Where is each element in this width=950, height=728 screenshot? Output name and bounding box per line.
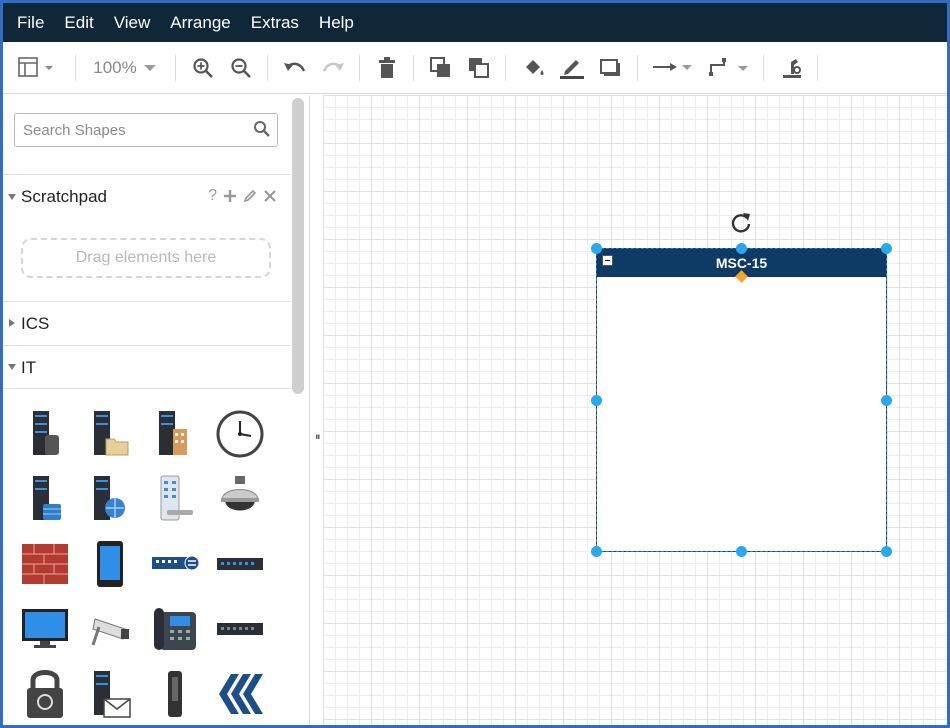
resize-handle-sw[interactable] (591, 546, 602, 557)
app-window: File Edit View Arrange Extras Help 100% (0, 0, 950, 728)
zoom-out-button[interactable] (227, 54, 255, 82)
web-server-shape[interactable] (84, 473, 136, 525)
resize-handle-ne[interactable] (881, 243, 892, 254)
toolbar: 100% (3, 42, 947, 94)
resize-handle-e[interactable] (881, 395, 892, 406)
menu-file[interactable]: File (17, 13, 44, 33)
scratchpad-drop-zone[interactable]: Drag elements here (21, 238, 271, 278)
resize-handle-se[interactable] (881, 546, 892, 557)
delete-icon (379, 57, 395, 78)
waypoints-button[interactable] (705, 54, 753, 82)
rack-server-2-shape[interactable] (214, 603, 266, 655)
search-placeholder: Search Shapes (23, 122, 126, 139)
scratchpad-title: Scratchpad (21, 187, 107, 206)
resize-handle-s[interactable] (736, 546, 747, 557)
smartphone-shape[interactable] (84, 538, 136, 590)
shapes-sidebar: Search Shapes Scratchpad ? Drag elements… (3, 95, 310, 725)
server-tape-shape[interactable] (19, 408, 71, 460)
workstation-monitor-shape[interactable] (19, 603, 71, 655)
it-section[interactable]: IT (3, 345, 291, 389)
zoom-out-icon (231, 58, 251, 78)
close-icon[interactable] (263, 189, 277, 203)
search-icon[interactable] (253, 120, 271, 138)
diagram-canvas[interactable]: MSC-15 (323, 95, 947, 725)
it-title: IT (21, 358, 37, 377)
help-icon[interactable]: ? (208, 187, 217, 205)
application-server-shape[interactable] (149, 408, 201, 460)
format-button[interactable] (777, 54, 807, 82)
database-server-shape[interactable] (19, 473, 71, 525)
menu-arrange[interactable]: Arrange (170, 13, 230, 33)
connection-style-button[interactable] (649, 54, 697, 82)
sidebar-resize-handle[interactable]: ⏸ (315, 431, 321, 444)
fill-color-icon (526, 60, 544, 75)
add-icon[interactable] (223, 189, 237, 203)
zoom-level: 100% (93, 58, 137, 77)
file-server-shape[interactable] (84, 408, 136, 460)
zoom-dropdown[interactable]: 100% (87, 54, 163, 82)
ics-section[interactable]: ICS (3, 301, 291, 345)
menu-view[interactable]: View (114, 13, 151, 33)
menu-extras[interactable]: Extras (251, 13, 299, 33)
mail-server-shape[interactable] (84, 668, 136, 720)
security-camera-shape[interactable] (84, 603, 136, 655)
scratchpad-actions: ? (208, 187, 277, 205)
access-control-keypad-shape[interactable] (149, 473, 201, 525)
layout-icon (18, 57, 53, 77)
to-back-button[interactable] (465, 54, 493, 82)
format-icon (783, 59, 801, 78)
modem-shape[interactable] (149, 668, 201, 720)
redo-button[interactable] (319, 54, 347, 82)
zoom-in-button[interactable] (189, 54, 217, 82)
firewall-shape[interactable] (19, 538, 71, 590)
delete-button[interactable] (373, 54, 401, 82)
collapse-icon[interactable] (602, 255, 613, 266)
ip-phone-shape[interactable] (149, 603, 201, 655)
container-label: MSC-15 (715, 255, 768, 271)
layout-button[interactable] (15, 54, 59, 82)
to-front-button[interactable] (427, 54, 455, 82)
chevron-down-icon (143, 65, 156, 71)
redo-icon (322, 62, 344, 72)
ics-title: ICS (21, 314, 50, 333)
scratchpad-section[interactable]: Scratchpad ? (3, 174, 291, 220)
undo-button[interactable] (281, 54, 309, 82)
menu-bar: File Edit View Arrange Extras Help (3, 3, 947, 42)
zoom-in-icon (193, 58, 213, 78)
caret-right-icon (9, 319, 15, 327)
caret-down-icon (8, 364, 16, 370)
network-switch-shape[interactable] (149, 538, 201, 590)
connection-icon (653, 63, 692, 71)
edit-pencil-icon[interactable] (243, 189, 257, 203)
search-shapes-input[interactable]: Search Shapes (14, 113, 278, 147)
waypoints-icon (709, 58, 748, 76)
dome-camera-shape[interactable] (214, 473, 266, 525)
chevron-logo-shape[interactable] (214, 668, 266, 720)
to-back-icon (469, 58, 489, 78)
menu-edit[interactable]: Edit (64, 13, 93, 33)
sidebar-scrollbar[interactable] (292, 98, 304, 394)
to-front-icon (430, 57, 450, 77)
shadow-icon (600, 59, 620, 76)
clock-shape[interactable] (214, 408, 266, 460)
resize-handle-nw[interactable] (591, 243, 602, 254)
fill-color-button[interactable] (519, 54, 549, 82)
shadow-button[interactable] (595, 54, 625, 82)
line-color-button[interactable] (557, 54, 587, 82)
rack-server-shape[interactable] (214, 538, 266, 590)
container-shape[interactable]: MSC-15 (596, 248, 887, 552)
lock-shape[interactable] (19, 668, 71, 720)
undo-icon (284, 62, 306, 72)
resize-handle-w[interactable] (591, 395, 602, 406)
rotate-handle-icon[interactable] (729, 210, 753, 234)
line-color-icon (560, 60, 584, 79)
menu-help[interactable]: Help (319, 13, 354, 33)
resize-handle-n[interactable] (736, 243, 747, 254)
caret-down-icon (8, 194, 16, 200)
